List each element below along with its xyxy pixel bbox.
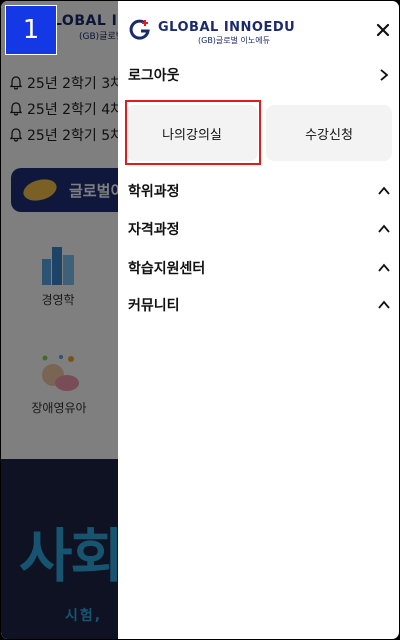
drawer-header: GLOBAL INNOEDU (GB)글로벌 이노에듀: [118, 1, 399, 57]
menu-section-degree[interactable]: 학위과정: [128, 181, 391, 201]
side-menu-drawer: GLOBAL INNOEDU (GB)글로벌 이노에듀 로그아웃 나의강의실 수…: [118, 1, 399, 639]
brand-logo-icon: [129, 19, 150, 40]
close-icon[interactable]: [375, 22, 391, 38]
chevron-up-icon: [378, 186, 390, 195]
course-registration-button[interactable]: 수강신청: [266, 105, 392, 161]
menu-section-label: 자격과정: [128, 222, 180, 238]
screen-frame: GLOBAL INNOEDU (GB)글로벌 이노에듀 25년 2학기 3차 2…: [0, 0, 400, 640]
chevron-right-icon: [380, 69, 389, 81]
step-badge: 1: [5, 5, 57, 55]
logout-link[interactable]: 로그아웃: [128, 65, 391, 85]
menu-section-learning-support[interactable]: 학습지원센터: [128, 258, 391, 278]
menu-section-label: 학위과정: [128, 184, 180, 200]
brand-name: GLOBAL INNOEDU: [158, 20, 296, 35]
logout-label: 로그아웃: [128, 68, 180, 84]
chevron-up-icon: [378, 224, 390, 233]
brand-subtitle: (GB)글로벌 이노에듀: [198, 36, 270, 45]
menu-section-certificate[interactable]: 자격과정: [128, 219, 391, 239]
chevron-up-icon: [378, 263, 390, 272]
menu-section-label: 커뮤니티: [128, 298, 180, 314]
menu-section-label: 학습지원센터: [128, 261, 206, 277]
menu-section-community[interactable]: 커뮤니티: [128, 295, 391, 315]
chevron-up-icon: [378, 300, 390, 309]
my-classroom-button[interactable]: 나의강의실: [126, 105, 258, 161]
